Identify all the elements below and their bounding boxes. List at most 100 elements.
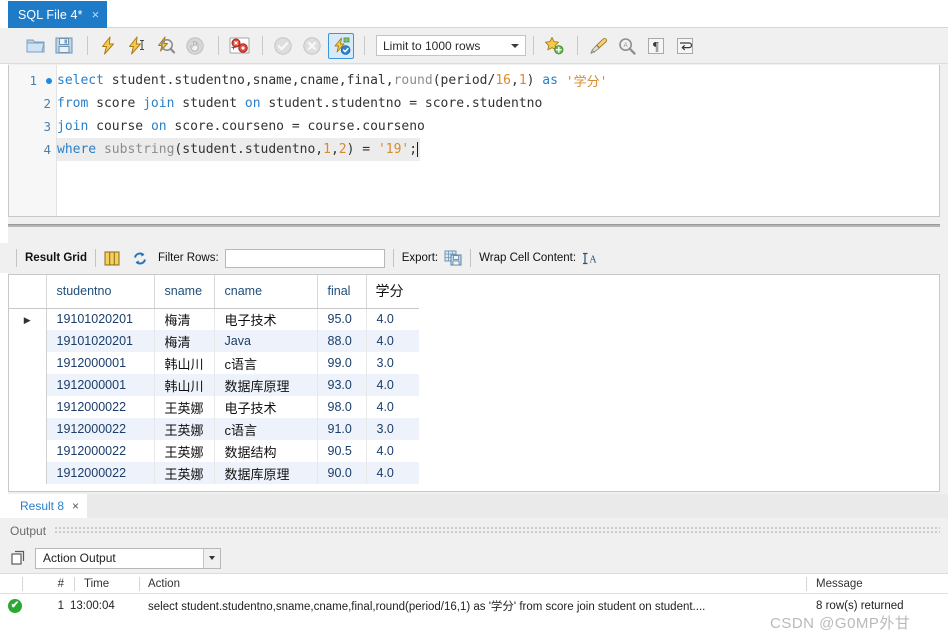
column-header[interactable]: 学分 [366,275,420,309]
table-cell[interactable]: 4.0 [366,462,420,484]
row-selector-cell[interactable] [9,352,47,374]
action-output-table[interactable]: # Time Action Message ✔ 1 13:00:04 selec… [0,573,948,644]
beautify-query-icon[interactable] [585,33,611,59]
code-line[interactable]: from score join student on student.stude… [57,92,939,115]
action-output-select[interactable]: Action Output [35,547,221,569]
sql-code-editor[interactable]: 1 select student.studentno,sname,cname,fi… [8,65,940,217]
grid-view-icon[interactable] [104,251,120,266]
chevron-down-icon[interactable] [511,43,519,48]
refresh-icon[interactable] [132,251,148,266]
table-cell[interactable]: 3.0 [366,418,420,440]
row-selector-cell[interactable] [9,330,47,352]
table-cell[interactable]: 王英娜 [154,440,215,462]
statement-marker-icon[interactable] [46,78,52,84]
toggle-invisible-chars-icon[interactable]: ¶ [643,33,669,59]
table-row[interactable]: 1912000022 王英娜 数据结构 90.5 4.0 [9,440,420,462]
table-row[interactable]: ▶ 19101020201 梅清 电子技术 95.0 4.0 [9,308,420,330]
table-cell[interactable]: 99.0 [317,352,367,374]
row-selector-cell[interactable] [9,418,47,440]
table-cell[interactable]: 4.0 [366,374,420,396]
row-limit-select[interactable]: Limit to 1000 rows [376,35,526,56]
table-cell[interactable]: 1912000022 [46,440,155,462]
row-selector-cell[interactable] [9,374,47,396]
table-cell[interactable]: 数据库原理 [214,374,318,396]
chevron-down-icon[interactable] [203,548,220,568]
export-recordset-icon[interactable] [444,250,462,266]
table-cell[interactable]: 王英娜 [154,396,215,418]
explain-query-icon[interactable] [153,33,179,59]
table-cell[interactable]: 梅清 [154,330,215,352]
execute-current-statement-icon[interactable] [124,33,150,59]
toggle-stop-on-error-icon[interactable] [226,33,252,59]
table-cell[interactable]: 韩山川 [154,374,215,396]
table-cell[interactable]: 1912000001 [46,374,155,396]
table-cell[interactable]: 1912000022 [46,462,155,484]
toggle-autocommit-icon[interactable] [328,32,354,59]
action-output-row[interactable]: ✔ 1 13:00:04 select student.studentno,sn… [0,594,948,618]
column-header[interactable]: final [317,275,367,309]
table-cell[interactable]: c语言 [214,352,318,374]
execute-statement-icon[interactable] [95,33,121,59]
open-sql-file-icon[interactable] [22,33,48,59]
table-cell[interactable]: 98.0 [317,396,367,418]
table-cell[interactable]: 王英娜 [154,462,215,484]
table-cell[interactable]: 4.0 [366,308,420,330]
table-cell[interactable]: Java [214,330,318,352]
table-cell[interactable]: 电子技术 [214,308,318,330]
table-row[interactable]: 1912000022 王英娜 c语言 91.0 3.0 [9,418,420,440]
column-header[interactable]: studentno [46,275,155,309]
save-sql-file-icon[interactable] [51,33,77,59]
table-cell[interactable]: 数据库原理 [214,462,318,484]
table-cell[interactable]: 19101020201 [46,308,155,330]
stop-query-icon[interactable] [182,33,208,59]
table-cell[interactable]: 4.0 [366,440,420,462]
filter-rows-input[interactable] [224,248,385,268]
row-selector-cell[interactable] [9,440,47,462]
table-cell[interactable]: 梅清 [154,308,215,330]
table-cell[interactable]: 1912000022 [46,396,155,418]
editor-results-splitter[interactable] [8,222,940,229]
output-pane-icon[interactable] [10,550,27,566]
table-cell[interactable]: 93.0 [317,374,367,396]
code-line[interactable]: where substring (student.studentno, 1, 2) =… [57,138,421,161]
table-cell[interactable]: 90.0 [317,462,367,484]
code-line[interactable]: select student.studentno,sname,cname,fin… [57,69,939,92]
table-cell[interactable]: 王英娜 [154,418,215,440]
table-cell[interactable]: 1912000022 [46,418,155,440]
column-header[interactable]: sname [154,275,215,309]
table-cell[interactable]: 4.0 [366,330,420,352]
result-grid[interactable]: studentno sname cname final 学分 ▶ 19101020201 梅… [8,274,940,492]
find-icon[interactable]: A [614,33,640,59]
table-cell[interactable]: 95.0 [317,308,367,330]
table-row[interactable]: 19101020201 梅清 Java 88.0 4.0 [9,330,420,352]
table-cell[interactable]: 88.0 [317,330,367,352]
tab-sql-file-4[interactable]: SQL File 4* × [8,1,108,28]
table-row[interactable]: 1912000001 韩山川 数据库原理 93.0 4.0 [9,374,420,396]
save-snippet-icon[interactable] [541,33,567,59]
table-cell[interactable]: 韩山川 [154,352,215,374]
table-cell[interactable]: c语言 [214,418,318,440]
rollback-icon[interactable] [299,33,325,59]
close-icon[interactable]: × [72,499,79,513]
row-selector-cell[interactable] [9,396,47,418]
table-cell[interactable]: 90.5 [317,440,367,462]
table-cell[interactable]: 电子技术 [214,396,318,418]
row-selector-cell[interactable] [9,462,47,484]
table-cell[interactable]: 91.0 [317,418,367,440]
commit-icon[interactable] [270,33,296,59]
wrap-lines-icon[interactable] [672,33,698,59]
table-cell[interactable]: 19101020201 [46,330,155,352]
wrap-cell-content-icon[interactable]: A [583,251,599,266]
row-selector-cell[interactable]: ▶ [9,308,47,330]
table-cell[interactable]: 4.0 [366,396,420,418]
table-row[interactable]: 1912000001 韩山川 c语言 99.0 3.0 [9,352,420,374]
tab-result-8[interactable]: Result 8 × [8,494,88,518]
close-icon[interactable]: × [92,8,100,21]
table-row[interactable]: 1912000022 王英娜 数据库原理 90.0 4.0 [9,462,420,484]
table-row[interactable]: 1912000022 王英娜 电子技术 98.0 4.0 [9,396,420,418]
column-header[interactable]: cname [214,275,318,309]
table-cell[interactable]: 3.0 [366,352,420,374]
table-cell[interactable]: 数据结构 [214,440,318,462]
table-cell[interactable]: 1912000001 [46,352,155,374]
code-line[interactable]: join course on score.courseno = course.c… [57,115,939,138]
